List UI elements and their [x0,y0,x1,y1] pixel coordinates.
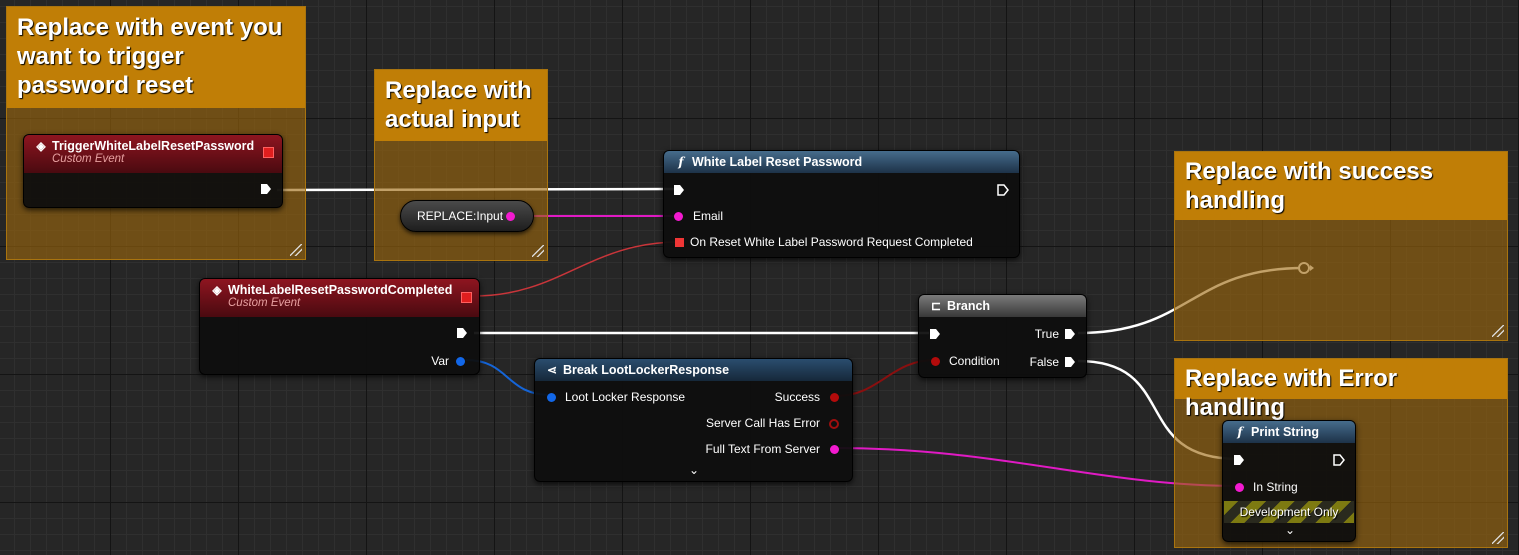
print-string-node[interactable]: f Print String In String Development Only… [1222,420,1356,542]
true-exec-out-pin-icon[interactable] [1064,328,1076,340]
comment-title: Replace with event you want to trigger p… [7,7,305,108]
struct-out-pin-icon[interactable] [456,357,465,366]
node-title: Branch [947,299,991,313]
delegate-out-pin-icon[interactable] [461,292,472,303]
function-f-icon: f [1237,425,1243,439]
server-error-pin-label: Server Call Has Error [705,416,820,430]
struct-in-pin-icon[interactable] [547,393,556,402]
exec-out-pin-icon[interactable] [1333,454,1345,466]
resize-handle-icon[interactable] [290,244,302,256]
node-title: Print String [1251,425,1320,439]
exec-in-pin-icon[interactable] [1233,454,1245,466]
node-title: White Label Reset Password [692,155,863,169]
delegate-pin-icon[interactable] [263,147,274,158]
input-variable-node[interactable]: REPLACE:Input [400,200,534,232]
branch-icon: ⊏ [930,299,942,313]
comment-title: Replace with Error handling [1175,359,1507,421]
node-header: ⊏ Branch [919,295,1086,317]
node-title: TriggerWhiteLabelResetPassword [52,139,255,153]
comment-title: Replace with actual input [375,70,547,141]
string-out-pin-icon[interactable] [506,212,515,221]
node-header: ◈ WhiteLabelResetPasswordCompleted Custom… [200,279,479,317]
resize-handle-icon[interactable] [532,245,544,257]
completed-event-node[interactable]: ◈ WhiteLabelResetPasswordCompleted Custom… [199,278,480,375]
true-pin-label: True [1034,327,1059,341]
resize-handle-icon[interactable] [1492,325,1504,337]
exec-out-pin-icon[interactable] [456,327,468,339]
branch-node[interactable]: ⊏ Branch True Condition False [918,294,1087,378]
node-header: ⋖ Break LootLockerResponse [535,359,852,381]
var-pin-label: Var [431,354,449,368]
exec-in-pin-icon[interactable] [673,184,685,196]
break-response-node[interactable]: ⋖ Break LootLockerResponse Loot Locker Re… [534,358,853,482]
delegate-pin-label: On Reset White Label Password Request Co… [690,235,973,249]
in-string-pin-label: In String [1253,480,1298,494]
variable-label: REPLACE:Input [417,209,504,223]
node-subtitle: Custom Event [228,297,301,309]
email-pin-label: Email [693,209,724,223]
exec-out-pin-icon[interactable] [997,184,1009,196]
break-struct-icon: ⋖ [546,363,558,377]
exec-out-pin-icon[interactable] [260,183,272,195]
development-only-banner: Development Only [1224,501,1354,523]
server-error-out-pin-icon[interactable] [829,419,839,429]
comment-success-handling[interactable]: Replace with success handling [1174,151,1508,341]
node-header: f White Label Reset Password [664,151,1019,173]
full-text-pin-label: Full Text From Server [705,442,820,456]
response-pin-label: Loot Locker Response [565,390,686,404]
chevron-down-icon[interactable]: ⌄ [1285,523,1295,537]
function-f-icon: f [678,155,684,169]
node-header: ◈ TriggerWhiteLabelResetPassword Custom E… [24,135,282,173]
node-header: f Print String [1223,421,1355,443]
success-pin-label: Success [774,390,820,404]
false-exec-out-pin-icon[interactable] [1064,356,1076,368]
node-title: WhiteLabelResetPasswordCompleted [228,283,453,297]
trigger-event-node[interactable]: ◈ TriggerWhiteLabelResetPassword Custom E… [23,134,283,208]
reset-password-function-node[interactable]: f White Label Reset Password Email On Res… [663,150,1020,258]
false-pin-label: False [1029,355,1059,369]
condition-in-pin-icon[interactable] [931,357,940,366]
delegate-in-pin-icon[interactable] [675,238,684,247]
resize-handle-icon[interactable] [1492,532,1504,544]
node-subtitle: Custom Event [52,153,125,165]
success-out-pin-icon[interactable] [830,393,839,402]
comment-title: Replace with success handling [1175,152,1507,220]
email-in-pin-icon[interactable] [674,212,683,221]
comment-trigger-event[interactable]: Replace with event you want to trigger p… [6,6,306,260]
node-title: Break LootLockerResponse [563,363,730,377]
full-text-out-pin-icon[interactable] [830,445,839,454]
exec-in-pin-icon[interactable] [929,328,941,340]
event-diamond-icon: ◈ [36,139,46,153]
chevron-down-icon[interactable]: ⌄ [689,463,699,477]
event-diamond-icon: ◈ [212,283,222,297]
in-string-pin-icon[interactable] [1235,483,1244,492]
condition-pin-label: Condition [949,354,1000,368]
comment-input[interactable]: Replace with actual input [374,69,548,261]
